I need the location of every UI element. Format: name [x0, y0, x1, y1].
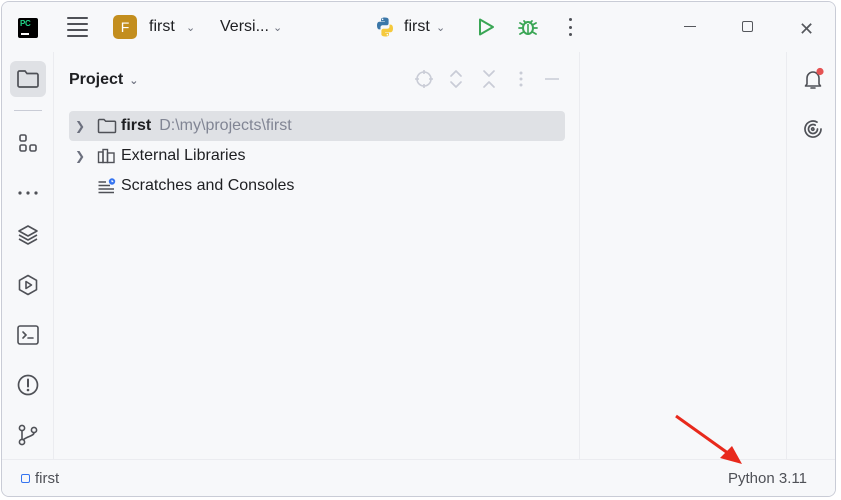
tree-label: External Libraries — [121, 147, 246, 164]
chevron-down-icon[interactable]: ⌄ — [273, 21, 282, 34]
tree-label: Scratches and Consoles — [121, 177, 295, 194]
project-tool-window: Project ⌄ ❯ first D:\my\projects\first ❯… — [54, 52, 580, 459]
more-actions-icon[interactable] — [568, 18, 572, 36]
main-menu-icon[interactable] — [66, 17, 88, 37]
structure-tool-icon[interactable] — [10, 125, 46, 161]
notifications-bell-icon[interactable] — [795, 61, 831, 97]
python-logo-icon — [377, 17, 393, 37]
chevron-right-icon[interactable]: ❯ — [69, 119, 91, 133]
hide-panel-icon[interactable] — [543, 69, 561, 89]
left-tool-strip — [2, 52, 54, 459]
right-tool-strip — [786, 52, 835, 459]
terminal-icon[interactable] — [10, 317, 46, 353]
tree-row-project-root[interactable]: ❯ first D:\my\projects\first — [69, 111, 565, 141]
chevron-right-icon[interactable]: ❯ — [69, 149, 91, 163]
expand-all-icon[interactable] — [448, 69, 464, 89]
library-icon — [96, 147, 118, 165]
python-interpreter-widget[interactable]: Python 3.11 — [728, 470, 807, 487]
tree-label: first — [121, 117, 152, 134]
maximize-icon[interactable] — [742, 21, 753, 32]
chevron-down-icon[interactable]: ⌄ — [186, 21, 195, 34]
vcs-widget-label[interactable]: Versi... — [220, 18, 269, 36]
minimize-icon[interactable] — [684, 26, 696, 27]
tree-row-scratches[interactable]: Scratches and Consoles — [69, 171, 565, 201]
run-icon[interactable] — [476, 17, 496, 37]
chevron-down-icon[interactable]: ⌄ — [129, 74, 138, 87]
run-config-label[interactable]: first — [404, 18, 430, 36]
module-icon — [21, 474, 30, 483]
debug-icon[interactable] — [517, 16, 539, 38]
close-icon[interactable]: ✕ — [799, 19, 814, 40]
chevron-down-icon[interactable]: ⌄ — [436, 21, 445, 34]
title-bar: PC F first ⌄ Versi... ⌄ first ⌄ ✕ — [2, 2, 835, 52]
git-icon[interactable] — [10, 417, 46, 453]
panel-title[interactable]: Project ⌄ — [69, 71, 138, 89]
more-tools-icon[interactable] — [10, 175, 46, 211]
locate-icon[interactable] — [414, 69, 434, 89]
collapse-all-icon[interactable] — [481, 69, 497, 89]
folder-icon — [96, 117, 118, 135]
breadcrumb[interactable]: first — [21, 470, 59, 487]
services-icon[interactable] — [10, 267, 46, 303]
options-icon[interactable] — [519, 69, 523, 89]
tree-row-external-libraries[interactable]: ❯ External Libraries — [69, 141, 565, 171]
pycharm-logo-icon[interactable]: PC — [18, 18, 38, 38]
status-bar: first Python 3.11 — [2, 459, 835, 496]
project-tool-icon[interactable] — [10, 61, 46, 97]
editor-area[interactable] — [580, 52, 786, 459]
project-widget-label[interactable]: first — [149, 18, 175, 36]
scratches-icon — [96, 177, 118, 195]
tree-path: D:\my\projects\first — [159, 117, 292, 134]
layers-icon[interactable] — [10, 217, 46, 253]
ai-assistant-icon[interactable] — [795, 111, 831, 147]
project-badge[interactable]: F — [113, 15, 137, 39]
ide-window: PC F first ⌄ Versi... ⌄ first ⌄ ✕ Projec… — [1, 1, 836, 497]
problems-icon[interactable] — [10, 367, 46, 403]
